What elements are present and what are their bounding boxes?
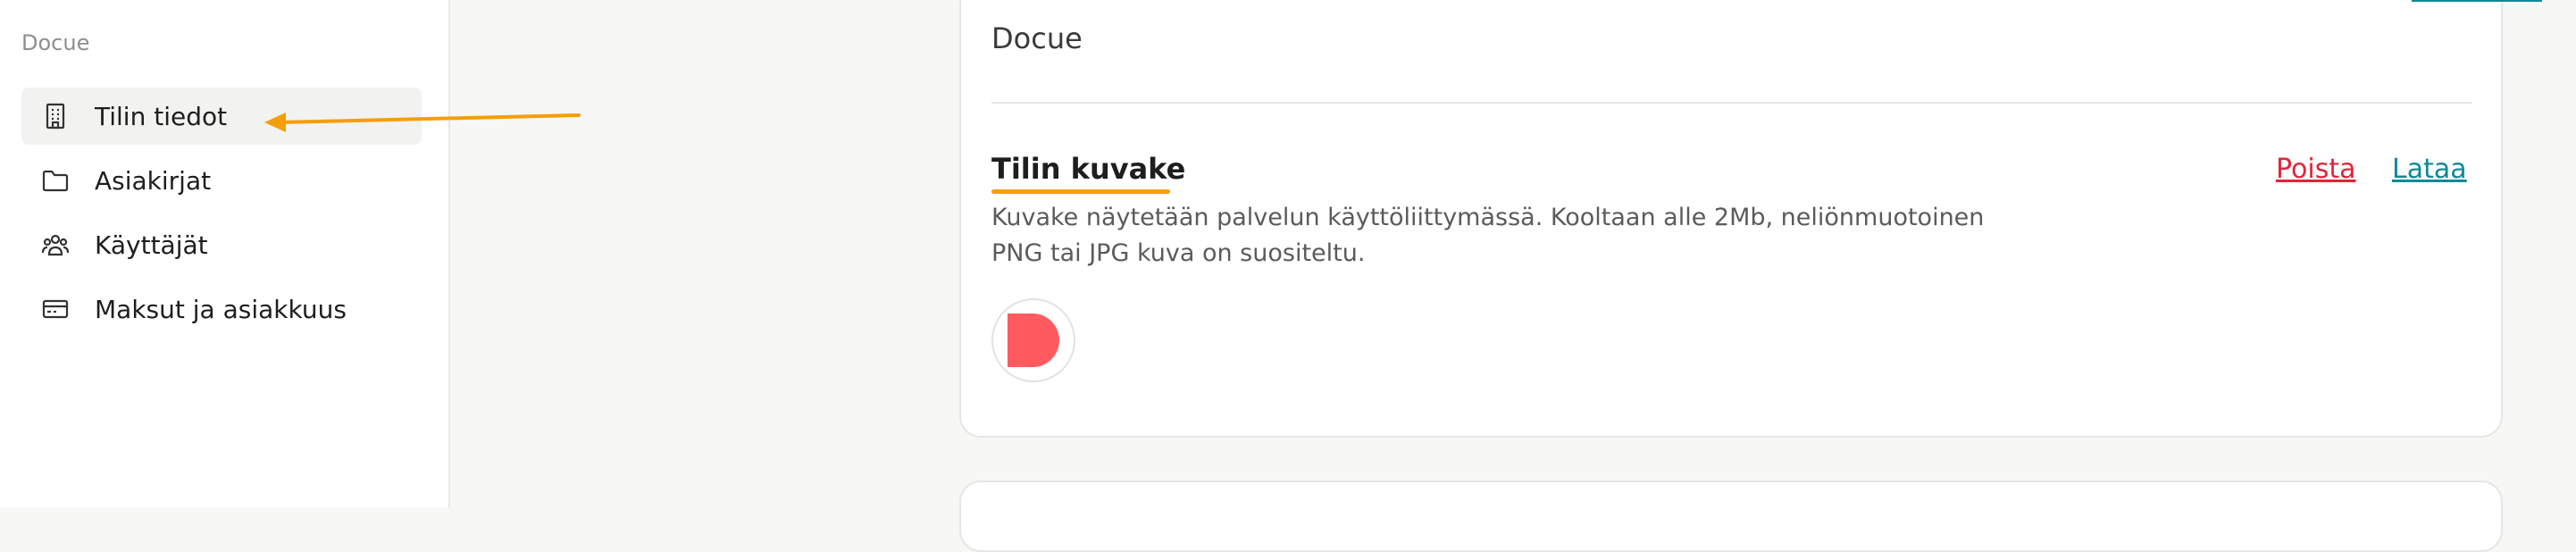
sidebar-item-billing[interactable]: Maksut ja asiakkuus bbox=[21, 280, 422, 338]
account-logo-avatar bbox=[991, 298, 1075, 382]
sidebar-item-users[interactable]: Käyttäjät bbox=[21, 216, 422, 273]
section-title: Tilin kuvake bbox=[991, 152, 1186, 186]
upload-logo-link[interactable]: Lataa bbox=[2392, 154, 2467, 185]
title-highlight bbox=[991, 189, 1170, 194]
secondary-card bbox=[959, 481, 2503, 552]
tab-indicator bbox=[2412, 0, 2542, 2]
credit-card-icon bbox=[41, 295, 70, 323]
remove-logo-link[interactable]: Poista bbox=[2276, 154, 2356, 185]
building-icon bbox=[41, 102, 70, 130]
annotation-arrow bbox=[264, 113, 581, 132]
sidebar-item-label: Asiakirjat bbox=[95, 165, 212, 196]
users-icon bbox=[41, 230, 70, 259]
sidebar-item-label: Käyttäjät bbox=[95, 230, 208, 260]
organization-name: Docue bbox=[991, 21, 1083, 55]
sidebar-item-documents[interactable]: Asiakirjat bbox=[21, 152, 422, 209]
divider bbox=[991, 102, 2472, 104]
folder-icon bbox=[41, 166, 70, 195]
docue-logo-icon bbox=[1008, 314, 1059, 367]
sidebar-header: Docue bbox=[21, 30, 90, 55]
section-description: Kuvake näytetään palvelun käyttöliittymä… bbox=[991, 204, 1985, 267]
sidebar: Docue Tilin tiedot Asiakirjat Käyttäjät … bbox=[0, 0, 450, 507]
sidebar-item-label: Maksut ja asiakkuus bbox=[95, 294, 347, 324]
account-card: Docue Tilin kuvake Poista Lataa Kuvake n… bbox=[959, 0, 2542, 438]
sidebar-item-label: Tilin tiedot bbox=[95, 101, 228, 131]
